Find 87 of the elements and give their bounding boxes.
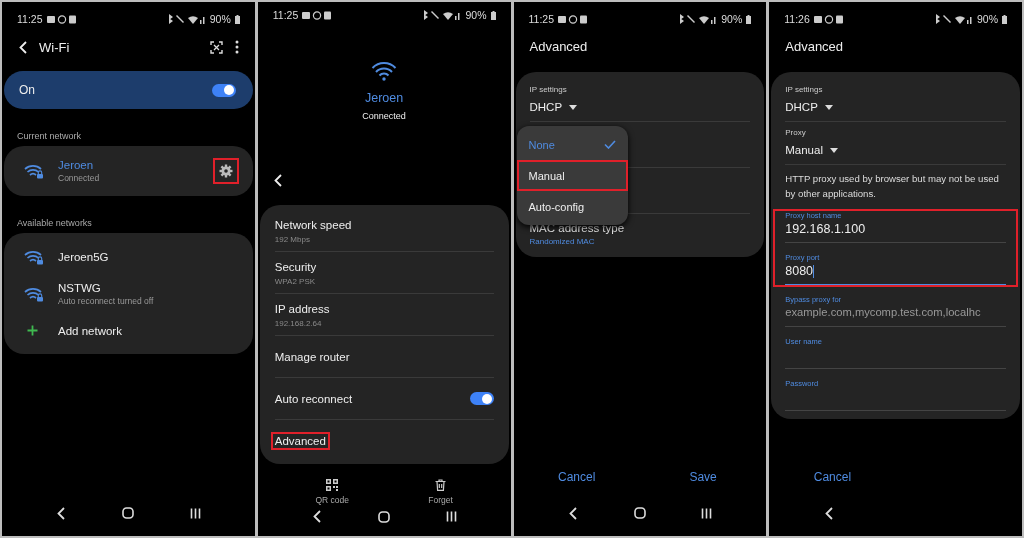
home-icon[interactable] [633,507,646,519]
setting-value: WPA2 PSK [274,276,316,286]
notification-icons [813,14,844,24]
field-label: Proxy [785,128,807,137]
menu-item[interactable]: Auto-config [516,191,628,222]
wifi-lock-icon [24,248,44,265]
wifi-lock-icon [24,285,44,302]
setting-item[interactable]: Advanced [272,433,328,448]
back-icon[interactable] [313,510,322,523]
battery-level: 90% [721,13,743,25]
qr-scan-icon[interactable] [209,40,223,54]
battery-level: 90% [977,13,998,25]
setting-value: 192.168.2.64 [274,318,322,328]
back-icon[interactable] [57,506,66,520]
back-icon[interactable] [273,174,282,188]
notification-icons [302,10,333,20]
check-icon [603,140,616,149]
status-time: 11:25 [17,13,43,25]
section-heading: Current network [16,130,83,143]
network-status: Connected [58,173,101,183]
field-label: IP settings [529,85,568,94]
text-button[interactable]: Cancel [554,468,600,486]
status-icons [421,10,462,20]
status-time: 11:25 [272,9,299,21]
back-icon[interactable] [824,506,833,520]
section-heading: Available networks [16,217,93,230]
status-time: 11:25 [528,13,554,25]
recents-icon[interactable] [189,507,201,519]
caret-icon[interactable] [569,104,578,110]
screen-title: Advanced [784,38,845,56]
input-field[interactable]: example.com,mycomp.test.com,localhc [785,304,1006,327]
plus-icon[interactable] [27,325,38,336]
setting-value: 192 Mbps [274,234,310,244]
battery-level: 90% [465,9,487,21]
network-name[interactable]: Jeroen [58,159,201,171]
dropdown[interactable]: DHCP [785,94,1006,122]
network-name: Jeroen [365,91,404,106]
input-field[interactable]: 8080 [785,262,1006,285]
add-network-link[interactable]: Add network [58,324,122,337]
setting-item[interactable]: Manage router [272,349,352,364]
network-status: Auto reconnect turned off [58,295,155,306]
wifi-icon [371,61,398,82]
notification-icons [46,14,77,24]
dropdown[interactable]: Manual [785,137,1006,165]
network-name[interactable]: NSTWG [58,281,237,294]
text-button[interactable]: Save [685,468,721,486]
network-name[interactable]: Jeroen5G [58,250,237,263]
caret-icon[interactable] [829,147,838,153]
text-button[interactable]: Cancel [809,468,856,486]
dropdown[interactable]: DHCP [529,94,751,122]
setting-label: Security [273,259,318,274]
field-label: IP settings [785,85,824,94]
battery-level: 90% [209,13,231,25]
toggle-switch[interactable] [469,392,494,406]
wifi-lock-icon [24,163,44,179]
home-icon[interactable] [122,507,135,519]
battery-icon [490,10,496,20]
setting-item[interactable]: Auto reconnect [272,391,355,406]
more-icon[interactable] [234,40,239,54]
battery-icon [746,14,752,24]
back-icon[interactable] [19,40,27,54]
screen-title: Wi-Fi [39,39,71,55]
qr-code-icon[interactable] [326,479,339,492]
toggle-switch[interactable] [211,83,236,97]
battery-icon [1002,14,1007,24]
status-icons [677,14,718,24]
forget-button[interactable]: Forget [428,479,453,506]
trash-icon[interactable] [435,479,447,492]
home-icon[interactable] [378,510,391,523]
caret-icon[interactable] [824,104,833,110]
back-icon[interactable] [568,506,577,520]
battery-icon [234,14,240,24]
status-time: 11:26 [784,13,810,25]
network-status: Connected [362,111,406,122]
switch-label: On [19,83,36,97]
recents-icon[interactable] [445,511,457,522]
setting-label: IP address [273,301,331,316]
qr-code-button[interactable]: QR code [315,479,349,506]
input-field[interactable]: 192.168.1.100 [785,220,1006,243]
setting-label: Network speed [273,217,353,232]
setting-value: Randomized MAC [529,237,596,246]
status-icons [933,14,973,24]
screen-title: Advanced [528,38,589,56]
recents-icon[interactable] [701,507,713,519]
help-text: HTTP proxy used by browser but may not be used by other applications. [785,172,1000,201]
notification-icons [558,14,588,24]
menu-item[interactable]: Manual [516,160,628,191]
